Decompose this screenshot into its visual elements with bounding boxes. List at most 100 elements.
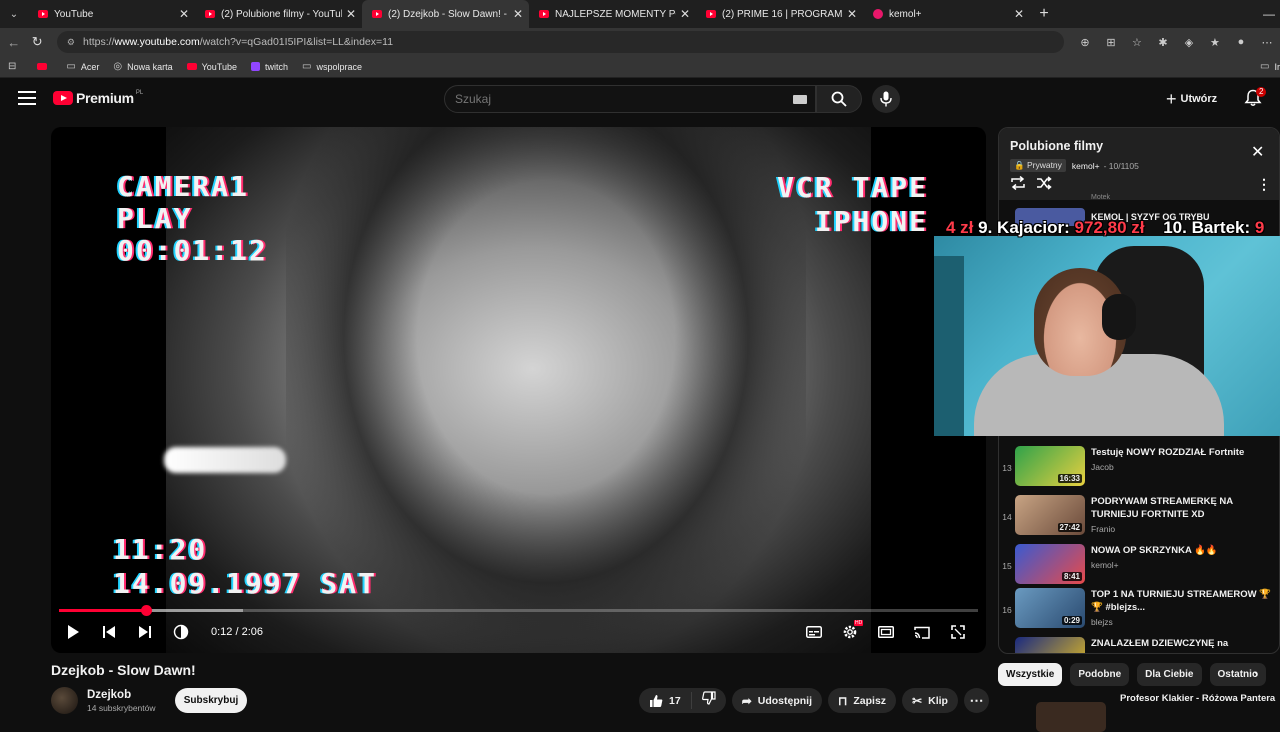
playlist-title[interactable]: Polubione filmy (1010, 139, 1103, 153)
like-button[interactable]: 17 (639, 692, 692, 709)
loop-icon[interactable] (1010, 176, 1026, 190)
more-actions-button[interactable]: ⋯ (964, 688, 989, 713)
next-button[interactable] (127, 614, 163, 650)
channel-name[interactable]: Dzejkob (87, 689, 156, 701)
item-title: Testuję NOWY ROZDZIAŁ Fortnite (1091, 446, 1273, 459)
close-icon[interactable]: ✕ (680, 7, 690, 21)
close-icon[interactable]: ✕ (179, 7, 189, 21)
playlist-more-icon[interactable]: ⋮ (1257, 176, 1271, 193)
youtube-icon (205, 10, 215, 18)
browser-tab[interactable]: (2) Polubione filmy - YouTube ✕ (195, 0, 362, 28)
reload-icon[interactable]: ↻ (25, 34, 48, 50)
save-button[interactable]: ⊓Zapisz (828, 688, 896, 713)
playlist-item[interactable]: 14 27:42 PODRYWAM STREAMERKĘ NA TURNIEJU… (999, 495, 1280, 541)
recommended-video[interactable]: Profesor Klakier - Różowa Pantera (1044, 692, 1280, 705)
privacy-badge: 🔒 Prywatny (1010, 159, 1066, 172)
streamer-webcam-overlay (934, 236, 1280, 436)
close-icon[interactable]: ✕ (847, 7, 857, 21)
playlist-item[interactable]: 16 0:29 TOP 1 NA TURNIEJU STREAMEROW 🏆🏆 … (999, 588, 1280, 634)
shuffle-icon[interactable] (1036, 176, 1052, 190)
bookmark-wspolprace[interactable]: ▭wspolprace (302, 61, 362, 72)
close-playlist-icon[interactable]: ✕ (1251, 142, 1264, 162)
minimize-icon[interactable]: — (1258, 0, 1280, 28)
subtitles-button[interactable] (796, 614, 832, 650)
browser-menu-icon[interactable]: ⋯ (1254, 36, 1280, 49)
site-info-icon[interactable]: ⚙ (67, 37, 75, 48)
close-icon[interactable]: ✕ (513, 7, 523, 21)
item-index: 16 (999, 605, 1015, 615)
bookmark-youtube-2[interactable]: YouTube (187, 62, 237, 72)
extensions-icon[interactable]: ✱ (1150, 36, 1176, 49)
playlist-item[interactable]: ZNALAZŁEM DZIEWCZYNĘ na (999, 637, 1280, 654)
search-button[interactable] (816, 85, 862, 113)
bookmark-acer[interactable]: ▭Acer (66, 61, 99, 72)
chip-related[interactable]: Podobne (1070, 663, 1129, 686)
item-thumbnail[interactable]: 16:33 (1015, 446, 1085, 486)
youtube-icon (372, 10, 382, 18)
playlist-owner[interactable]: kemol+ (1072, 161, 1100, 171)
create-button[interactable]: +Utwórz (1166, 87, 1217, 111)
tab-search-chevron-icon[interactable]: ⌄ (0, 0, 28, 28)
settings-button[interactable]: HD (832, 614, 868, 650)
clip-button[interactable]: ✂Klip (902, 688, 958, 713)
youtube-premium-logo[interactable]: Premium PL (53, 90, 143, 106)
item-duration: 8:41 (1062, 572, 1082, 581)
fullscreen-icon (951, 625, 965, 639)
scissors-icon: ✂ (912, 694, 922, 708)
window-controls: — (1258, 0, 1280, 28)
playlist-item[interactable]: 15 8:41 NOWA OP SKRZYNKA 🔥🔥kemol+ (999, 544, 1280, 590)
video-player[interactable]: CAMERA1 PLAY 00:01:12 VCR TAPE IPHONE 11… (51, 127, 986, 653)
youtube-icon (706, 10, 716, 18)
browser-essentials-icon[interactable]: ◈ (1176, 36, 1202, 49)
apps-icon[interactable]: ⊞ (1098, 36, 1124, 49)
browser-tab[interactable]: (2) PRIME 16 | PROGRAM SPECJAL✕ (696, 0, 863, 28)
profile-avatar-icon[interactable]: ● (1228, 36, 1254, 49)
chevron-right-icon[interactable]: › (1254, 667, 1258, 681)
chip-all[interactable]: Wszystkie (998, 663, 1062, 686)
item-thumbnail[interactable]: 27:42 (1015, 495, 1085, 535)
recommended-thumbnail[interactable] (1036, 702, 1106, 732)
dislike-button[interactable] (692, 691, 726, 710)
menu-hamburger-icon[interactable] (18, 91, 36, 105)
play-button[interactable] (55, 614, 91, 650)
bookmark-youtube[interactable] (37, 63, 52, 70)
bookmark-tabs-icon[interactable]: ⊟ (8, 61, 21, 72)
notifications-button[interactable]: 2 (1244, 89, 1264, 109)
browser-tab-active[interactable]: (2) Dzejkob - Slow Dawn! - YouTub✕ (362, 0, 529, 28)
playlist-item[interactable]: 13 16:33 Testuję NOWY ROZDZIAŁ FortniteJ… (999, 446, 1280, 492)
back-arrow-icon[interactable]: ← (2, 35, 25, 50)
tab-label: kemol+ (889, 9, 1010, 20)
channel-avatar[interactable] (51, 687, 78, 714)
close-icon[interactable]: ✕ (346, 7, 356, 21)
webcam-headset (1102, 294, 1136, 340)
new-tab-button[interactable]: + (1030, 5, 1058, 23)
favorite-star-icon[interactable]: ☆ (1124, 36, 1150, 49)
url-field[interactable]: ⚙ https://www.youtube.com/watch?v=qGad01… (57, 31, 1064, 53)
keyboard-icon[interactable] (793, 95, 807, 104)
subscribe-button[interactable]: Subskrybuj (175, 688, 247, 713)
voice-search-button[interactable] (872, 85, 900, 113)
browser-tab[interactable]: YouTube✕ (28, 0, 195, 28)
share-button[interactable]: ➦Udostępnij (732, 688, 822, 713)
browser-tab[interactable]: NAJLEPSZE MOMENTY POLSKIEGO✕ (529, 0, 696, 28)
fullscreen-button[interactable] (940, 614, 976, 650)
search-input[interactable] (455, 92, 775, 106)
favorites-icon[interactable]: ★ (1202, 36, 1228, 49)
close-icon[interactable]: ✕ (1014, 7, 1024, 21)
tab-label: (2) Polubione filmy - YouTube (221, 9, 342, 20)
player-right-controls: HD (796, 614, 976, 650)
cast-button[interactable] (904, 614, 940, 650)
volume-button[interactable] (163, 614, 199, 650)
item-thumbnail[interactable] (1015, 637, 1085, 654)
bookmark-twitch[interactable]: twitch (251, 62, 288, 72)
item-thumbnail[interactable]: 8:41 (1015, 544, 1085, 584)
bookmark-overflow[interactable]: ▭Ir (1260, 61, 1280, 72)
chip-for-you[interactable]: Dla Ciebie (1137, 663, 1201, 686)
theater-mode-button[interactable] (868, 614, 904, 650)
donation-ticker: 4 zł 9. Kajacior: 972,80 zł 10. Bartek: … (946, 218, 1280, 240)
item-thumbnail[interactable]: 0:29 (1015, 588, 1085, 628)
browser-tab[interactable]: kemol+ ✕ (863, 0, 1030, 28)
bookmark-new-tab[interactable]: ◎Nowa karta (113, 61, 172, 72)
translate-icon[interactable]: ⊕ (1072, 36, 1098, 49)
previous-button[interactable] (91, 614, 127, 650)
